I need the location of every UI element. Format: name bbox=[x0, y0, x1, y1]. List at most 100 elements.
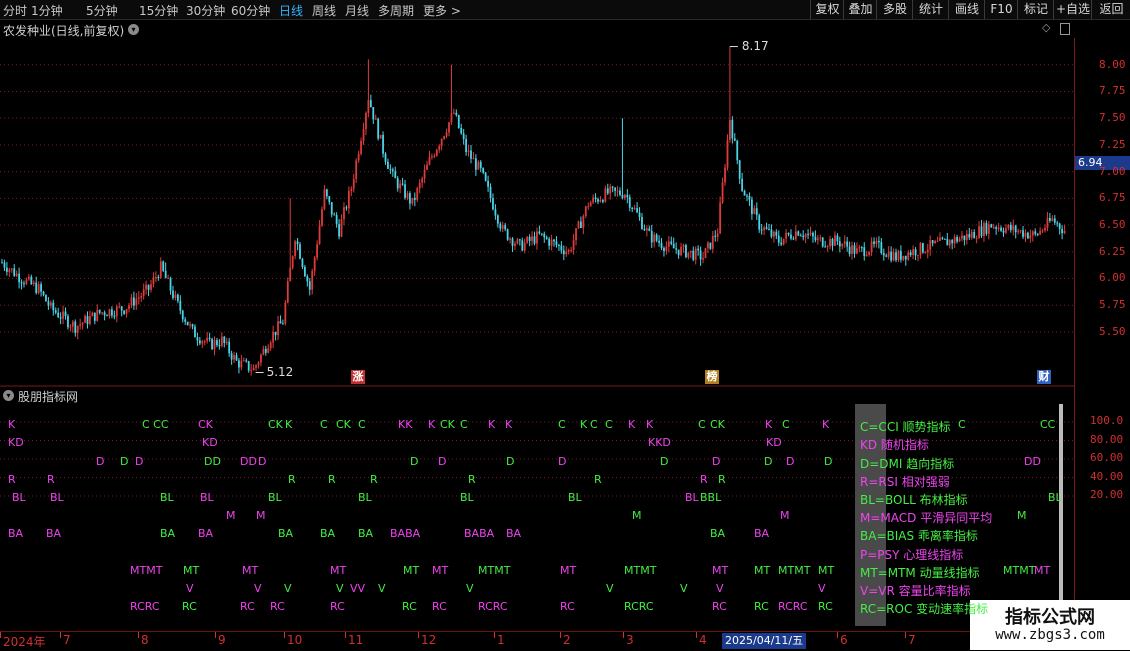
signal-label: RC bbox=[818, 600, 833, 613]
candle-body bbox=[216, 340, 218, 346]
timeframe-tab-7[interactable]: 周线 bbox=[312, 2, 336, 19]
time-axis-label: 2024年 bbox=[3, 635, 46, 649]
candle-body bbox=[225, 341, 228, 343]
time-axis-label: 2 bbox=[563, 633, 571, 647]
candle-body bbox=[147, 284, 150, 290]
candle-body bbox=[245, 360, 248, 362]
signal-label: BA bbox=[278, 527, 294, 540]
candle-body bbox=[621, 194, 624, 199]
signal-label: MTMT bbox=[478, 564, 511, 577]
signal-label: MTMT bbox=[130, 564, 163, 577]
candle-body bbox=[909, 252, 912, 256]
candle-body bbox=[965, 233, 968, 241]
timeframe-tab-5[interactable]: 60分钟 bbox=[231, 2, 270, 19]
candle-body bbox=[633, 208, 636, 210]
time-axis-label: 12 bbox=[421, 633, 437, 647]
chart-header: 农发种业(日线,前复权) ▾ ◇ bbox=[0, 20, 1075, 39]
signal-label: MT bbox=[712, 564, 729, 577]
toolbar-button-1[interactable]: 叠加 bbox=[843, 0, 877, 19]
timeframe-tab-9[interactable]: 多周期 bbox=[378, 2, 414, 19]
toolbar-button-5[interactable]: F10 bbox=[984, 0, 1018, 19]
timeframe-tab-10[interactable]: 更多 > bbox=[423, 2, 461, 19]
candle-body bbox=[20, 282, 23, 284]
candle-body bbox=[262, 348, 265, 355]
timeframe-tab-6[interactable]: 日线 bbox=[279, 2, 303, 19]
candle-body bbox=[609, 186, 612, 194]
candle-body bbox=[1056, 222, 1059, 224]
candle-body bbox=[912, 249, 915, 256]
candle-body bbox=[772, 231, 775, 237]
candle-body bbox=[694, 248, 697, 260]
candle-body bbox=[1034, 231, 1037, 234]
indicator-header: ▾ 股朋指标网 bbox=[0, 386, 1075, 404]
candle-body bbox=[963, 235, 966, 241]
timeframe-tab-8[interactable]: 月线 bbox=[345, 2, 369, 19]
signal-label: M bbox=[632, 509, 642, 522]
diamond-icon[interactable]: ◇ bbox=[1042, 21, 1050, 34]
legend-item: MT=MTM 动量线指标 bbox=[860, 566, 980, 580]
signal-label: R bbox=[718, 473, 726, 486]
panel-toggle-icon[interactable] bbox=[1060, 23, 1070, 35]
candle-body bbox=[533, 236, 536, 244]
candle-body bbox=[470, 150, 472, 159]
chevron-down-icon[interactable]: ▾ bbox=[128, 24, 139, 35]
candle-body bbox=[802, 235, 805, 238]
candle-body bbox=[958, 238, 961, 242]
signal-label: C bbox=[558, 418, 566, 431]
time-axis-label: 8 bbox=[141, 633, 149, 647]
toolbar-button-6[interactable]: 标记 bbox=[1017, 0, 1054, 19]
price-axis-label: 6.00 bbox=[1099, 271, 1126, 285]
toolbar-button-8[interactable]: 返回 bbox=[1091, 0, 1130, 19]
candle-body bbox=[462, 133, 465, 140]
candle-body bbox=[365, 112, 367, 130]
signal-label: R bbox=[328, 473, 336, 486]
timeframe-tab-0[interactable]: 分时 bbox=[3, 2, 27, 19]
candle-body bbox=[494, 209, 497, 216]
signal-label: R bbox=[288, 473, 296, 486]
candle-body bbox=[899, 250, 902, 260]
candle-body bbox=[599, 200, 602, 202]
candle-body bbox=[213, 340, 216, 350]
indicator-axis-label: 60.00 bbox=[1090, 451, 1124, 464]
signal-label: M bbox=[780, 509, 790, 522]
candle-body bbox=[829, 238, 831, 247]
timeframe-tab-4[interactable]: 30分钟 bbox=[186, 2, 225, 19]
timeframe-tab-3[interactable]: 15分钟 bbox=[139, 2, 178, 19]
candle-body bbox=[890, 251, 893, 261]
signal-label: D bbox=[786, 455, 795, 468]
chevron-down-icon[interactable]: ▾ bbox=[3, 390, 14, 401]
candle-body bbox=[145, 284, 148, 290]
toolbar-button-3[interactable]: 统计 bbox=[912, 0, 949, 19]
candle-body bbox=[721, 182, 724, 203]
indicator-scrollbar[interactable] bbox=[1059, 404, 1063, 626]
candle-body bbox=[76, 325, 79, 333]
candle-body bbox=[736, 140, 739, 161]
candle-body bbox=[812, 232, 814, 237]
candle-body bbox=[672, 243, 675, 249]
candle-body bbox=[489, 186, 492, 199]
candle-body bbox=[763, 227, 766, 231]
signal-label: R bbox=[700, 473, 708, 486]
candle-body bbox=[372, 107, 375, 120]
signal-label: RC bbox=[240, 600, 255, 613]
candle-body bbox=[69, 326, 72, 328]
toolbar-button-4[interactable]: 画线 bbox=[948, 0, 985, 19]
candle-body bbox=[448, 122, 450, 133]
timeframe-tab-1[interactable]: 1分钟 bbox=[31, 2, 63, 19]
toolbar-button-0[interactable]: 复权 bbox=[810, 0, 844, 19]
candle-body bbox=[667, 241, 670, 247]
candle-body bbox=[660, 242, 663, 248]
event-badge[interactable]: 财 bbox=[1037, 370, 1051, 384]
candle-body bbox=[697, 248, 700, 251]
candle-body bbox=[487, 180, 489, 187]
event-badge[interactable]: 榜 bbox=[705, 370, 719, 384]
candle-body bbox=[687, 252, 690, 258]
signal-label: V bbox=[716, 582, 724, 595]
event-badge[interactable]: 涨 bbox=[351, 370, 365, 384]
candle-body bbox=[211, 339, 213, 350]
toolbar-button-7[interactable]: +自选 bbox=[1053, 0, 1092, 19]
candle-body bbox=[848, 246, 851, 254]
candle-body bbox=[40, 284, 42, 292]
toolbar-button-2[interactable]: 多股 bbox=[876, 0, 913, 19]
timeframe-tab-2[interactable]: 5分钟 bbox=[86, 2, 118, 19]
